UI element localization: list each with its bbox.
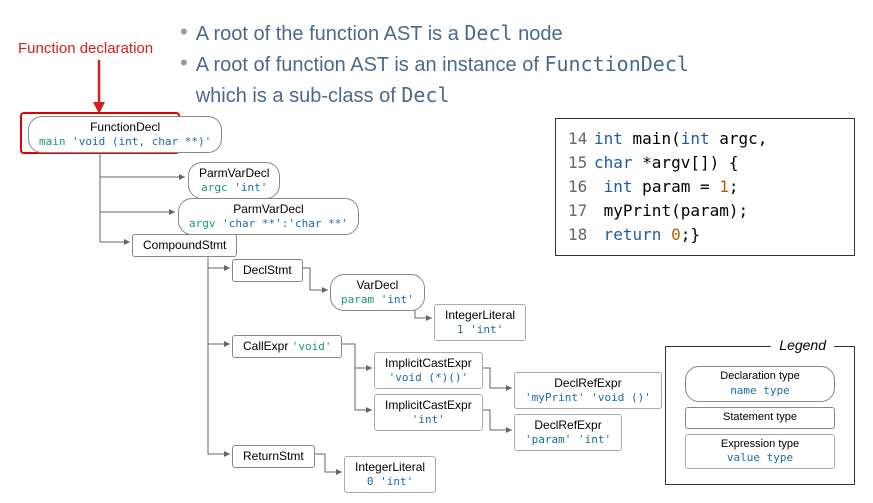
node-integerliteral-1: IntegerLiteral 1 'int' (434, 304, 526, 341)
node-compoundstmt: CompoundStmt (132, 234, 237, 257)
legend-decl: Declaration type name type (685, 366, 835, 402)
callout-label: Function declaration (18, 40, 153, 57)
node-callexpr: CallExpr 'void' (232, 335, 342, 358)
node-integerliteral-2: IntegerLiteral 0 'int' (344, 456, 436, 493)
node-implicitcastexpr-1: ImplicitCastExpr 'void (*)()' (374, 352, 483, 389)
bullet-1: A root of the function AST is a Decl nod… (196, 18, 563, 49)
node-declrefexpr-1: DeclRefExpr 'myPrint' 'void ()' (514, 372, 662, 409)
arrow-icon (85, 58, 115, 114)
code-line: 18 return 0;} (568, 223, 842, 247)
bullet-list: • A root of the function AST is a Decl n… (180, 18, 689, 111)
code-line: 14int main(int argc, (568, 127, 842, 151)
bullet-dot: • (180, 18, 188, 47)
node-vardecl: VarDecl param 'int' (330, 274, 425, 311)
legend-stmt: Statement type (685, 407, 835, 429)
legend-title: Legend (771, 337, 834, 353)
code-line: 16 int param = 1; (568, 175, 842, 199)
code-line: 15char *argv[]) { (568, 151, 842, 175)
node-returnstmt: ReturnStmt (232, 445, 315, 468)
code-snippet: 14int main(int argc, 15char *argv[]) { 1… (555, 118, 855, 256)
node-declstmt: DeclStmt (232, 259, 303, 282)
bullet-2: A root of function AST is an instance of… (196, 49, 689, 111)
code-line: 17 myPrint(param); (568, 199, 842, 223)
legend-expr: Expression type value type (685, 434, 835, 470)
legend-box: Legend Declaration type name type Statem… (665, 346, 855, 485)
node-implicitcastexpr-2: ImplicitCastExpr 'int' (374, 394, 483, 431)
node-functiondecl: FunctionDecl main 'void (int, char **)' (28, 116, 222, 153)
node-parmvardecl-1: ParmVarDecl argc 'int' (188, 162, 280, 199)
node-parmvardecl-2: ParmVarDecl argv 'char **':'char **' (178, 198, 359, 235)
bullet-dot: • (180, 49, 188, 78)
node-declrefexpr-2: DeclRefExpr 'param' 'int' (514, 414, 622, 451)
